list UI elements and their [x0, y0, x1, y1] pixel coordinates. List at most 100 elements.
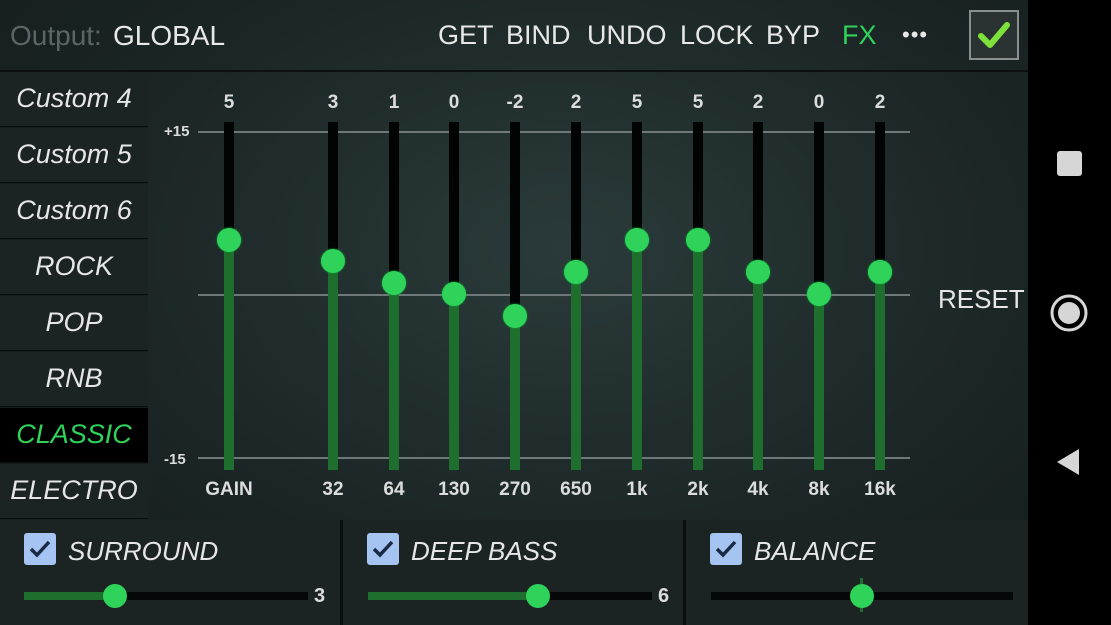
- surround-label: SURROUND: [68, 536, 219, 566]
- preset-list: Custom 4 Custom 5 Custom 6 ROCK POP RNB …: [0, 72, 148, 519]
- surround-checkbox[interactable]: [24, 533, 56, 565]
- band-label-270: 270: [499, 479, 531, 500]
- balance-slider-thumb[interactable]: [850, 584, 874, 608]
- band-slider-4k[interactable]: [753, 122, 763, 470]
- surround-slider-thumb[interactable]: [102, 584, 127, 608]
- preset-item[interactable]: RNB: [0, 352, 148, 407]
- scale-min-label: -15: [164, 451, 186, 468]
- balance-label: BALANCE: [754, 536, 876, 566]
- band-label-64: 64: [383, 479, 405, 500]
- deep-bass-slider[interactable]: [368, 584, 652, 608]
- preset-item-active[interactable]: CLASSIC: [0, 408, 148, 463]
- preset-item[interactable]: Custom 6: [0, 184, 148, 239]
- deep-bass-label: DEEP BASS: [411, 536, 558, 566]
- top-bar: Output: GLOBAL GET BIND UNDO LOCK BYP FX…: [0, 0, 1028, 72]
- home-icon[interactable]: [1049, 293, 1089, 338]
- preset-item[interactable]: Custom 4: [0, 72, 148, 127]
- bypass-button[interactable]: BYP: [766, 20, 820, 51]
- band-slider-fill: [693, 239, 703, 470]
- band-slider-fill: [753, 272, 763, 470]
- checkmark-icon: [978, 22, 1010, 48]
- band-slider-thumb[interactable]: [746, 260, 770, 285]
- band-slider-fill: [328, 261, 338, 470]
- band-value-650: 2: [570, 92, 582, 113]
- reset-button[interactable]: RESET: [938, 284, 1025, 315]
- band-value-64: 1: [388, 92, 400, 113]
- band-slider-thumb[interactable]: [503, 303, 527, 328]
- gridline-bottom: [198, 457, 910, 459]
- output-selector[interactable]: GLOBAL: [113, 20, 225, 52]
- band-slider-fill: [814, 294, 824, 470]
- band-slider-thumb[interactable]: [382, 271, 406, 296]
- deep-bass-checkbox[interactable]: [367, 533, 399, 565]
- band-label-2k: 2k: [687, 479, 709, 500]
- preset-item[interactable]: Custom 5: [0, 128, 148, 183]
- undo-button[interactable]: UNDO: [587, 20, 667, 51]
- back-icon[interactable]: [1055, 447, 1081, 482]
- band-slider-thumb[interactable]: [217, 227, 241, 252]
- band-label-8k: 8k: [808, 479, 830, 500]
- surround-panel: SURROUND 3: [0, 520, 343, 625]
- checkmark-icon: [29, 540, 51, 558]
- preset-item[interactable]: ELECTRO: [0, 464, 148, 519]
- band-slider-thumb[interactable]: [321, 249, 345, 274]
- band-slider-64[interactable]: [389, 122, 399, 470]
- band-label-4k: 4k: [747, 479, 769, 500]
- bind-button[interactable]: BIND: [506, 20, 571, 51]
- lock-button[interactable]: LOCK: [680, 20, 754, 51]
- band-slider-thumb[interactable]: [564, 260, 588, 285]
- band-slider-thumb[interactable]: [442, 282, 466, 306]
- equalizer-panel: +15 -15 RESET 5 GAIN 3 32 1 64 0 130 -2 270 2 650 5 1…: [150, 72, 1028, 518]
- balance-slider[interactable]: [711, 584, 1013, 608]
- preset-item[interactable]: POP: [0, 296, 148, 351]
- get-button[interactable]: GET: [438, 20, 494, 51]
- deep-bass-slider-fill: [368, 592, 539, 600]
- balance-panel: BALANCE: [686, 520, 1028, 625]
- surround-value: 3: [314, 585, 326, 607]
- more-icon[interactable]: •••: [902, 22, 928, 48]
- band-value-4k: 2: [752, 92, 764, 113]
- band-slider-1k[interactable]: [632, 122, 642, 470]
- band-label-16k: 16k: [864, 479, 896, 500]
- band-slider-fill: [389, 283, 399, 470]
- band-slider-thumb[interactable]: [625, 227, 649, 252]
- checkmark-icon: [715, 540, 737, 558]
- band-slider-fill: [571, 272, 581, 470]
- surround-slider[interactable]: [24, 584, 308, 608]
- band-slider-thumb[interactable]: [807, 282, 831, 306]
- band-slider-fill: [875, 272, 885, 470]
- band-value-8k: 0: [813, 92, 825, 113]
- band-slider-thumb[interactable]: [686, 227, 710, 252]
- checkmark-icon: [372, 540, 394, 558]
- balance-checkbox[interactable]: [710, 533, 742, 565]
- band-value-1k: 5: [631, 92, 643, 113]
- band-value-16k: 2: [874, 92, 886, 113]
- band-slider-32[interactable]: [328, 122, 338, 470]
- band-slider-fill: [510, 315, 520, 470]
- band-value-32: 3: [327, 92, 339, 113]
- band-slider-2k[interactable]: [693, 122, 703, 470]
- gridline-center: [198, 294, 910, 296]
- recents-icon[interactable]: [1056, 150, 1083, 182]
- band-label-gain: GAIN: [205, 479, 253, 500]
- band-value-gain: 5: [223, 92, 235, 113]
- band-slider-thumb[interactable]: [868, 260, 892, 285]
- power-toggle[interactable]: [969, 10, 1019, 60]
- gridline-top: [198, 131, 910, 133]
- band-label-32: 32: [322, 479, 344, 500]
- preset-item[interactable]: ROCK: [0, 240, 148, 295]
- band-slider-gain[interactable]: [224, 122, 234, 470]
- band-slider-650[interactable]: [571, 122, 581, 470]
- equalizer-app: Output: GLOBAL GET BIND UNDO LOCK BYP FX…: [0, 0, 1028, 625]
- android-nav-bar: [1028, 0, 1111, 625]
- scale-max-label: +15: [164, 123, 190, 140]
- surround-slider-fill: [24, 592, 115, 600]
- band-slider-270[interactable]: [510, 122, 520, 470]
- fx-button[interactable]: FX: [842, 20, 877, 51]
- band-value-2k: 5: [692, 92, 704, 113]
- deep-bass-slider-thumb[interactable]: [526, 584, 551, 608]
- band-label-130: 130: [438, 479, 470, 500]
- band-label-650: 650: [560, 479, 592, 500]
- band-slider-16k[interactable]: [875, 122, 885, 470]
- band-slider-fill: [224, 239, 234, 470]
